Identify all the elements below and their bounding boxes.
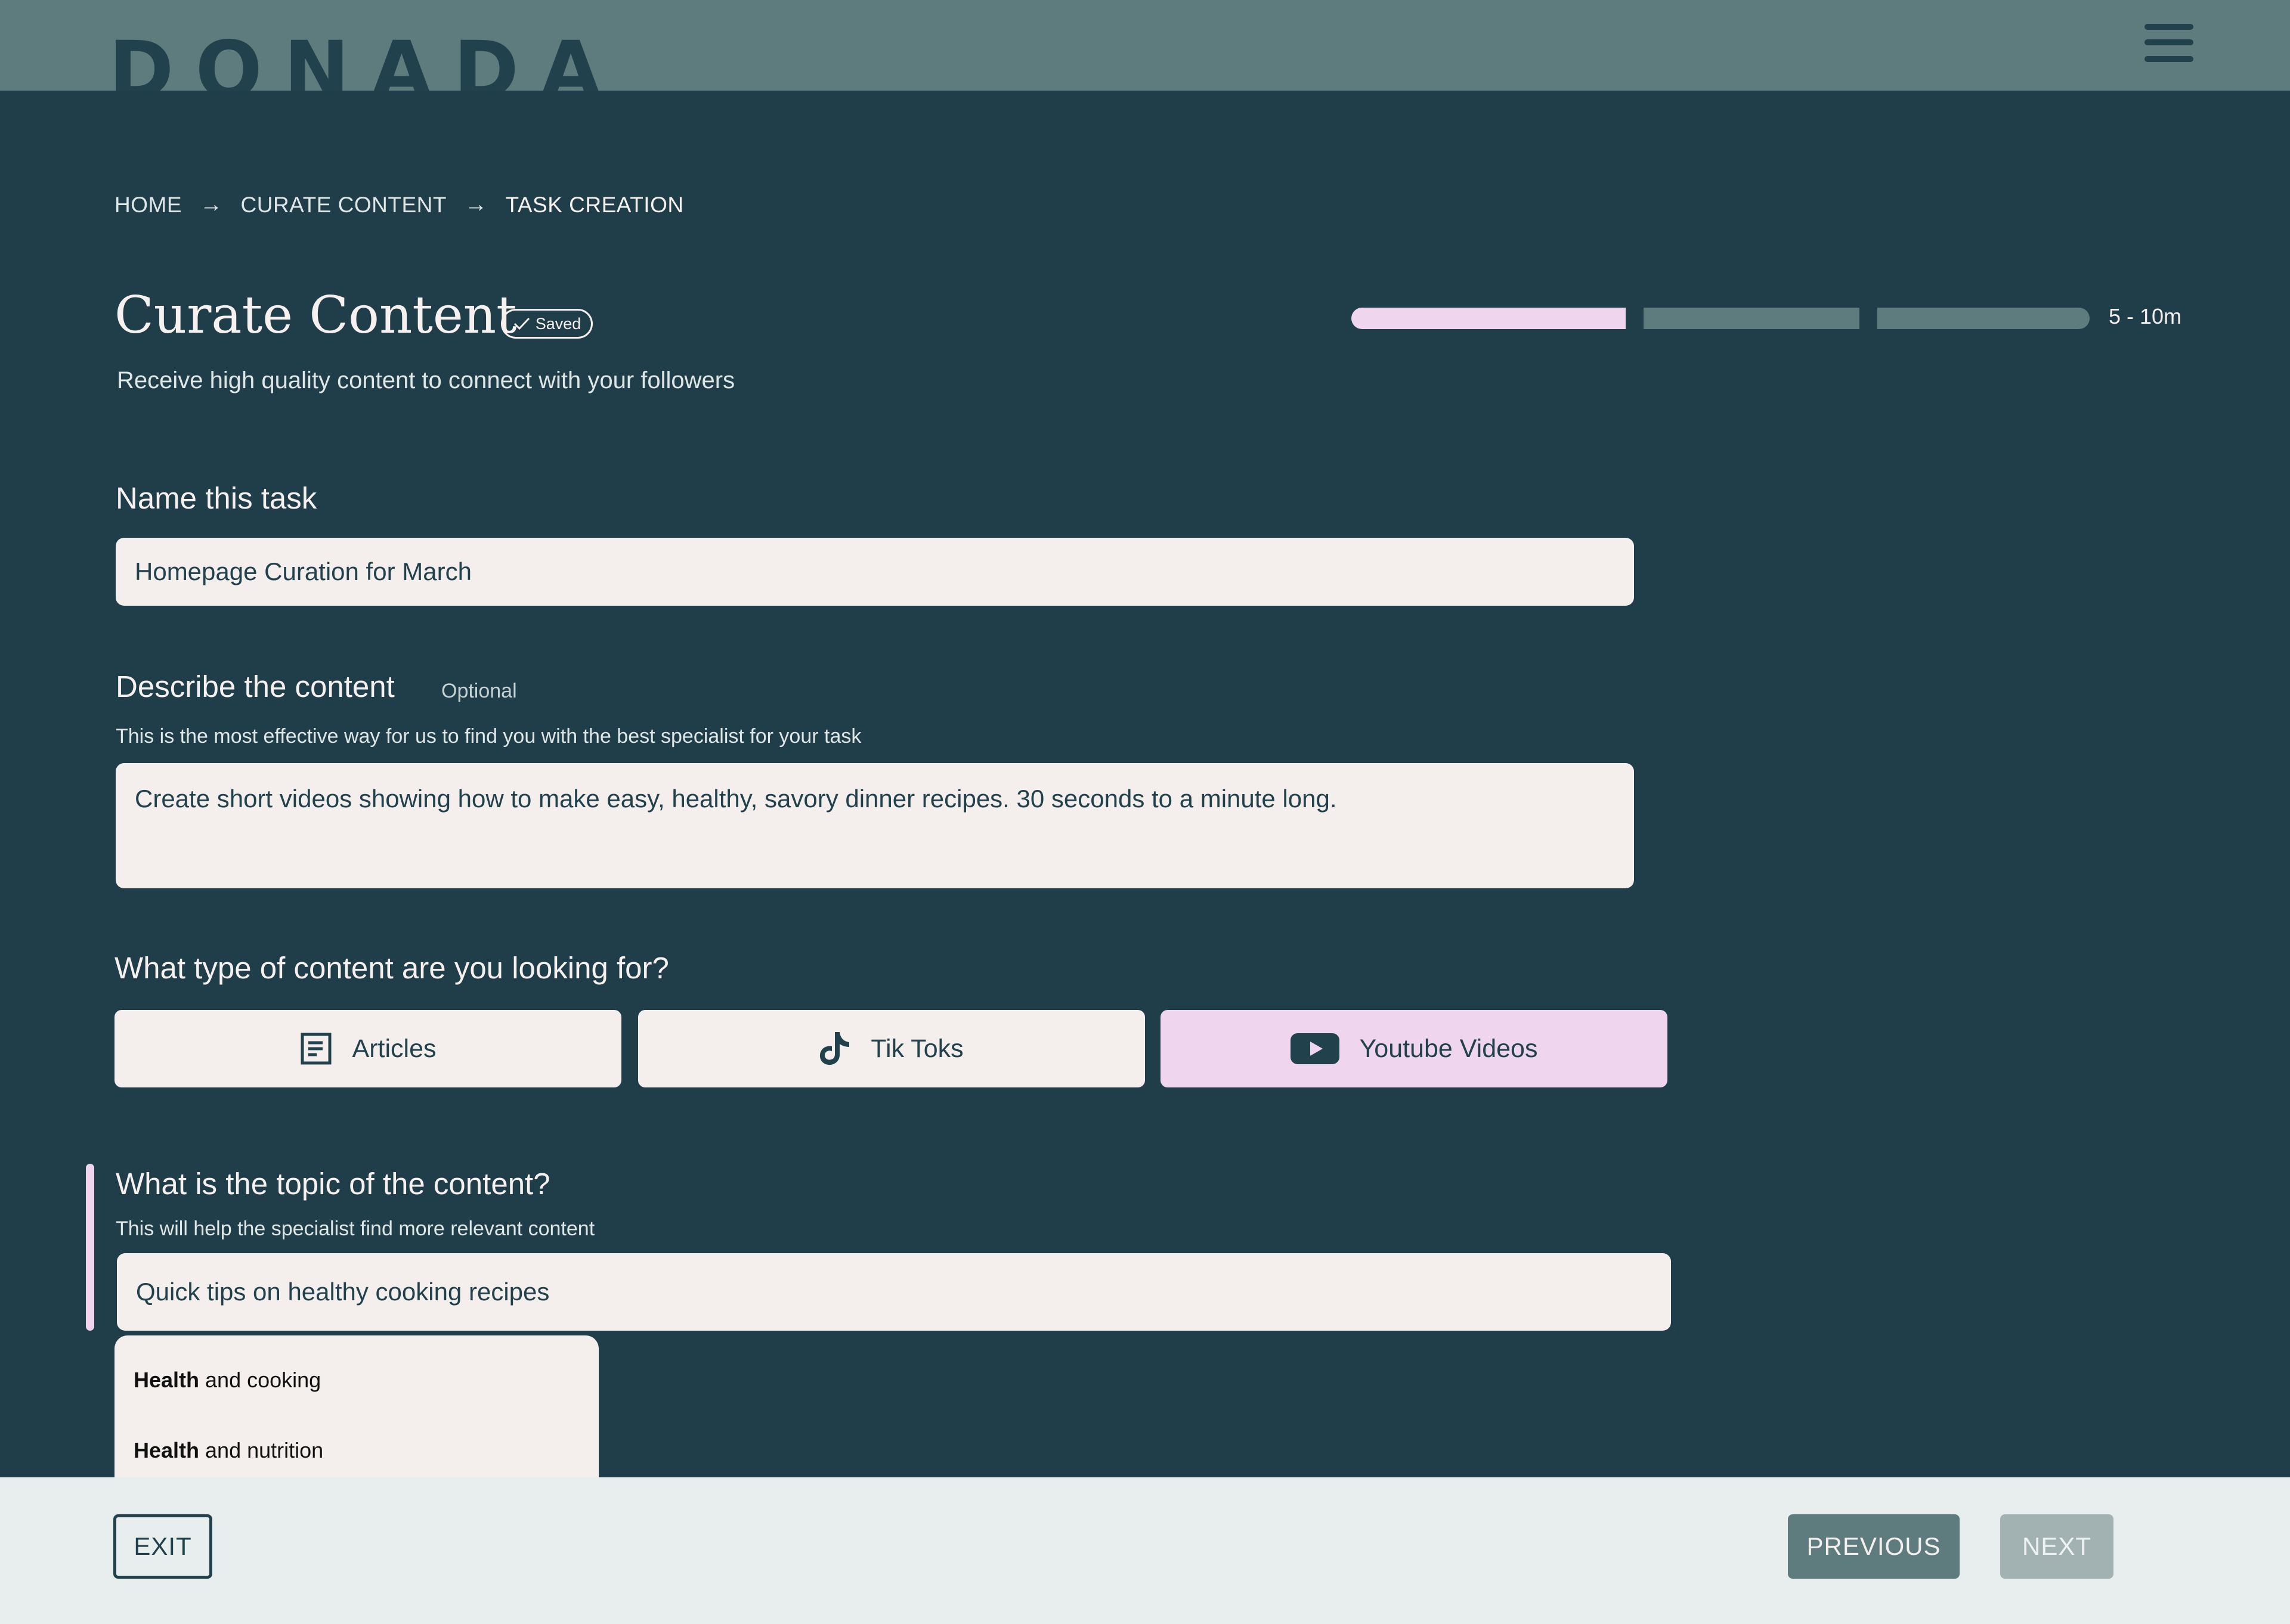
description-help: This is the most effective way for us to…: [116, 725, 862, 748]
suggestion-rest: and nutrition: [199, 1438, 324, 1462]
content-type-tiktoks-label: Tik Toks: [871, 1034, 964, 1063]
breadcrumb: HOME → CURATE CONTENT → TASK CREATION: [114, 192, 684, 218]
checkmark-icon: [513, 317, 530, 330]
page-title: Curate Content: [114, 286, 517, 345]
content-type-articles-label: Articles: [352, 1034, 437, 1063]
progress-step-1: [1351, 308, 1626, 329]
top-bar: DONADA: [0, 0, 2290, 91]
focus-indicator: [86, 1164, 94, 1331]
menu-line: [2144, 39, 2193, 45]
article-icon: [300, 1032, 332, 1065]
suggestion-item[interactable]: Health and cooking: [134, 1368, 321, 1393]
topic-input[interactable]: Quick tips on healthy cooking recipes: [117, 1253, 1671, 1331]
duration-estimate: 5 - 10m: [2109, 304, 2182, 328]
progress-step-3: [1877, 308, 2090, 329]
topic-help: This will help the specialist find more …: [116, 1217, 595, 1240]
description-label: Describe the content: [116, 670, 395, 703]
suggestion-item[interactable]: Health and nutrition: [134, 1438, 323, 1463]
content-type-youtube-label: Youtube Videos: [1359, 1034, 1538, 1063]
previous-button[interactable]: PREVIOUS: [1788, 1514, 1960, 1579]
next-button[interactable]: NEXT: [2000, 1514, 2113, 1579]
hamburger-menu-icon[interactable]: [2144, 21, 2195, 66]
task-name-value: Homepage Curation for March: [135, 557, 472, 585]
task-name-label: Name this task: [116, 481, 317, 515]
topic-suggestions-dropdown: Health and cooking Health and nutrition: [114, 1335, 599, 1484]
menu-line: [2144, 56, 2193, 62]
saved-badge: Saved: [501, 309, 593, 339]
optional-tag: Optional: [441, 680, 517, 702]
topic-value: Quick tips on healthy cooking recipes: [136, 1278, 550, 1306]
tiktok-icon: [819, 1031, 850, 1067]
content-type-youtube[interactable]: Youtube Videos: [1161, 1010, 1667, 1087]
breadcrumb-curate-content[interactable]: CURATE CONTENT: [241, 193, 447, 218]
arrow-right-icon: →: [200, 192, 223, 217]
page-subtitle: Receive high quality content to connect …: [117, 367, 735, 393]
menu-line: [2144, 24, 2193, 30]
breadcrumb-home[interactable]: HOME: [114, 193, 182, 218]
content-type-articles[interactable]: Articles: [114, 1010, 621, 1087]
description-value: Create short videos showing how to make …: [135, 785, 1337, 813]
logo[interactable]: DONADA: [109, 31, 623, 91]
suggestion-match: Health: [134, 1438, 200, 1462]
task-name-input[interactable]: Homepage Curation for March: [116, 538, 1634, 606]
content-type-label: What type of content are you looking for…: [114, 951, 669, 985]
progress-step-2: [1644, 308, 1859, 329]
breadcrumb-task-creation: TASK CREATION: [505, 192, 684, 217]
description-textarea[interactable]: Create short videos showing how to make …: [116, 763, 1634, 888]
topic-label: What is the topic of the content?: [116, 1167, 550, 1201]
youtube-icon: [1290, 1032, 1339, 1065]
progress-bar: [1351, 308, 2091, 329]
suggestion-match: Health: [134, 1368, 200, 1392]
saved-label: Saved: [535, 314, 581, 333]
exit-button[interactable]: EXIT: [113, 1514, 212, 1579]
suggestion-rest: and cooking: [199, 1368, 321, 1392]
arrow-right-icon: →: [464, 192, 488, 217]
content-type-tiktoks[interactable]: Tik Toks: [638, 1010, 1145, 1087]
